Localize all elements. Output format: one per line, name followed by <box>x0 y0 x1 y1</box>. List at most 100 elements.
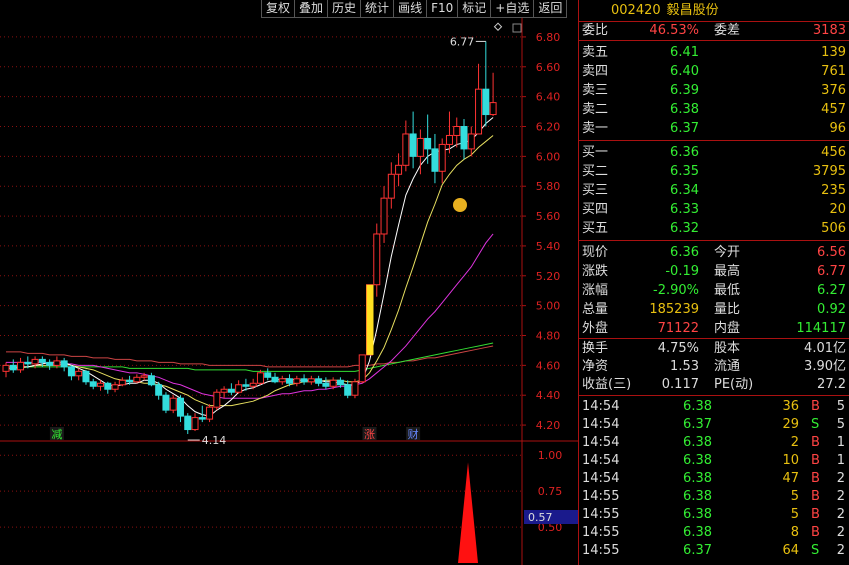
candle-body <box>155 384 163 396</box>
bid-label: 买二 <box>582 164 609 179</box>
stats-block: 现价 6.36 今开 6.56 涨跌 -0.19 最高 6.77 涨幅 -2.90% 最低 6.27 总… <box>579 241 849 339</box>
stat-label: 涨跌 <box>582 264 609 279</box>
tick-count: 1 <box>836 453 845 468</box>
candle-body <box>256 372 264 384</box>
ask-row: 卖五 6.41 139 <box>579 43 849 62</box>
mark-button[interactable]: 标记 <box>457 0 492 18</box>
stock-header: 002420 毅昌股份 <box>579 0 849 22</box>
overlay-button[interactable]: 叠加 <box>294 0 329 18</box>
stat-label: 现价 <box>582 245 609 260</box>
candle-body <box>315 378 323 384</box>
candle-body <box>271 376 279 383</box>
tick-time: 14:54 <box>582 417 620 432</box>
tick-price: 6.38 <box>683 435 712 450</box>
candle-body <box>213 391 221 408</box>
f10-button[interactable]: F10 <box>426 0 459 18</box>
indicator-tick-label: 0.75 <box>538 485 563 498</box>
bid-book: 买一 6.36 456 买二 6.35 3795 买三 6.34 235 买四 6.33 20 买五 6.… <box>579 141 849 241</box>
bid-volume: 456 <box>821 145 846 160</box>
kline-chart[interactable]: 6.80 6.60 6.40 6.20 6.00 5.80 5.60 5.40 5.20 5.00… <box>0 0 578 565</box>
bid-label: 买三 <box>582 183 609 198</box>
tick-list[interactable]: 14:54 6.38 36 B 5 14:54 6.37 29 S 5 14:54 6.38 2 B 1 14… <box>579 396 849 560</box>
tick-volume: 8 <box>790 525 799 540</box>
tick-row: 14:54 6.38 36 B 5 <box>579 398 849 416</box>
indicator-tick-label: 1.00 <box>538 449 563 462</box>
tick-time: 14:55 <box>582 489 620 504</box>
tick-count: 2 <box>836 525 845 540</box>
candle-body <box>133 376 141 383</box>
tick-side: B <box>811 525 820 540</box>
candle-body <box>97 382 105 387</box>
draw-line-button[interactable]: 画线 <box>393 0 428 18</box>
y-tick-label: 6.60 <box>536 61 561 74</box>
candle-body <box>445 134 453 145</box>
fuquan-button[interactable]: 复权 <box>261 0 296 18</box>
stat-label: 涨幅 <box>582 283 609 298</box>
add-watchlist-button[interactable]: +自选 <box>490 0 535 18</box>
y-tick-label: 6.40 <box>536 91 561 104</box>
candle-body <box>140 375 148 378</box>
fundamental-label: 股本 <box>714 341 741 356</box>
candle-body <box>220 388 228 393</box>
event-marker: 财 <box>408 427 419 441</box>
candle-body <box>198 417 206 420</box>
tick-volume: 36 <box>782 399 799 414</box>
stat-row: 涨幅 -2.90% 最低 6.27 <box>579 281 849 300</box>
candle-body <box>482 88 490 116</box>
tick-side: B <box>811 399 820 414</box>
y-tick-label: 4.40 <box>536 389 561 402</box>
tick-volume: 5 <box>790 507 799 522</box>
tick-side: B <box>811 471 820 486</box>
tick-side: S <box>811 417 820 432</box>
order-ratio-value: 46.53% <box>649 23 699 38</box>
fundamental-value: 4.75% <box>657 341 699 356</box>
candle-body <box>191 417 199 431</box>
fundamentals-block: 换手 4.75% 股本 4.01亿 净资 1.53 流通 3.90亿 收益(三) 0.117 PE(… <box>579 339 849 396</box>
stat-label: 外盘 <box>582 321 609 336</box>
candle-body <box>176 397 184 417</box>
tick-volume: 2 <box>790 435 799 450</box>
candle-body <box>431 148 439 172</box>
candle-body <box>329 379 337 387</box>
back-button[interactable]: 返回 <box>533 0 568 18</box>
tick-row: 14:55 6.37 64 S 2 <box>579 542 849 560</box>
tick-count: 5 <box>836 417 845 432</box>
tick-side: B <box>811 435 820 450</box>
tick-row: 14:55 6.38 5 B 2 <box>579 506 849 524</box>
tick-side: S <box>811 543 820 558</box>
candle-body <box>453 126 461 136</box>
bid-price: 6.32 <box>670 221 699 236</box>
statistics-button[interactable]: 统计 <box>360 0 395 18</box>
stat-row: 总量 185239 量比 0.92 <box>579 300 849 319</box>
ask-label: 卖二 <box>582 102 609 117</box>
order-ratio-label: 委比 <box>582 23 609 38</box>
ask-row: 卖三 6.39 376 <box>579 81 849 100</box>
stat-label: 最低 <box>714 283 741 298</box>
candle-body <box>227 388 235 393</box>
candle-body <box>111 384 119 390</box>
candle-body <box>53 360 61 366</box>
stat-value: 6.77 <box>817 264 846 279</box>
candle-body <box>336 379 344 386</box>
bid-row: 买二 6.35 3795 <box>579 162 849 181</box>
high-label: 6.77 <box>450 35 475 48</box>
tick-row: 14:54 6.38 47 B 2 <box>579 470 849 488</box>
chart-toolbar: 复权 叠加 历史 统计 画线 F10 标记 +自选 返回 <box>261 0 568 18</box>
ask-row: 卖二 6.38 457 <box>579 100 849 119</box>
tick-time: 14:54 <box>582 471 620 486</box>
candle-body <box>118 379 126 386</box>
candle-body <box>489 102 497 116</box>
ask-row: 卖四 6.40 761 <box>579 62 849 81</box>
candle-body <box>75 370 83 377</box>
candle-body <box>249 382 257 387</box>
tick-count: 1 <box>836 435 845 450</box>
ask-price: 6.39 <box>670 83 699 98</box>
ask-row: 卖一 6.37 96 <box>579 119 849 138</box>
history-button[interactable]: 历史 <box>327 0 362 18</box>
tick-count: 2 <box>836 543 845 558</box>
candle-body <box>264 372 272 378</box>
stock-name: 毅昌股份 <box>666 3 719 18</box>
candle-body <box>344 384 352 396</box>
candle-body <box>416 137 424 157</box>
candle-body <box>460 126 468 150</box>
